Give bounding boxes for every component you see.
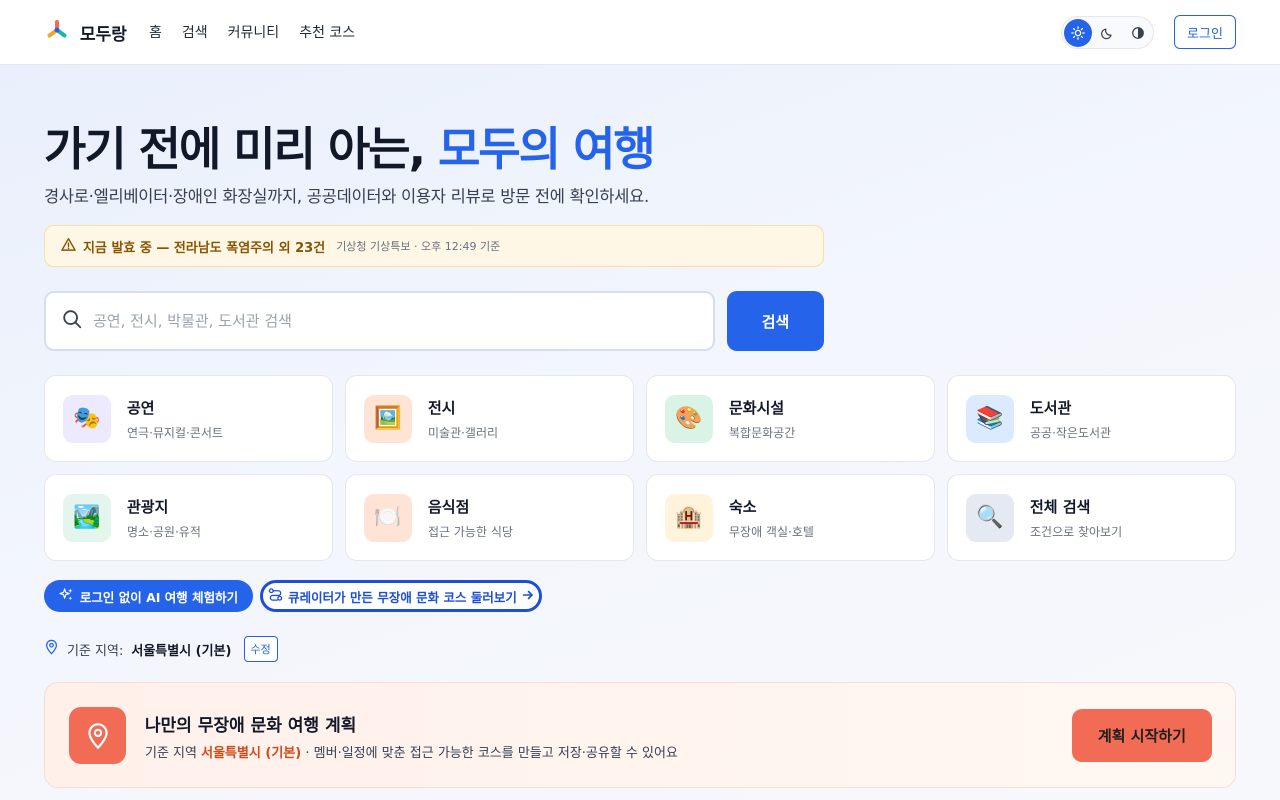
category-title: 전체 검색	[1030, 497, 1091, 516]
logo-icon	[46, 19, 68, 45]
alert-message: 지금 발효 중 — 전라남도 폭염주의 외 23건	[83, 240, 326, 256]
nav-home[interactable]: 홈	[149, 22, 162, 42]
category-title: 숙소	[729, 497, 757, 516]
category-desc: 조건으로 찾아보기	[1030, 524, 1123, 539]
nav-courses[interactable]: 추천 코스	[299, 22, 355, 42]
nav-community[interactable]: 커뮤니티	[228, 22, 280, 42]
plan-title: 나만의 무장애 문화 여행 계획	[145, 716, 357, 736]
trip-plan-card: 나만의 무장애 문화 여행 계획 기준 지역 서울특별시 (기본) · 멤버·일…	[44, 682, 1236, 788]
logo[interactable]: 모두랑	[46, 19, 127, 45]
map-pin-icon	[69, 707, 126, 764]
alert-meta: 기상청 기상특보 · 오후 12:49 기준	[336, 240, 501, 253]
magnifier-icon: 🔍	[966, 493, 1014, 542]
category-title: 도서관	[1030, 398, 1072, 417]
plate-utensils-icon: 🍽️	[364, 493, 412, 542]
ai-trial-button[interactable]: 로그인 없이 AI 여행 체험하기	[44, 580, 253, 612]
base-region: 기준 지역: 서울특별시 (기본) 수정	[44, 636, 278, 662]
category-desc: 명소·공원·유적	[127, 524, 201, 539]
logo-text: 모두랑	[80, 24, 127, 45]
category-culture-facility[interactable]: 🎨 문화시설복합문화공간	[646, 375, 935, 462]
top-header: 모두랑 홈 검색 커뮤니티 추천 코스 로그인	[0, 0, 1280, 65]
category-tourist-spot[interactable]: 🏞️ 관광지명소·공원·유적	[44, 474, 333, 561]
sparkles-icon	[59, 587, 74, 605]
category-desc: 연극·뮤지컬·콘서트	[127, 425, 223, 440]
main-nav: 홈 검색 커뮤니티 추천 코스	[149, 22, 355, 42]
category-title: 음식점	[428, 497, 470, 516]
start-plan-button[interactable]: 계획 시작하기	[1072, 709, 1212, 762]
hero-title: 가기 전에 미리 아는, 모두의 여행	[44, 113, 656, 179]
login-button[interactable]: 로그인	[1174, 15, 1236, 49]
search-input[interactable]	[93, 312, 673, 330]
curated-courses-button[interactable]: 큐레이터가 만든 무장애 문화 코스 둘러보기	[260, 580, 542, 612]
category-title: 전시	[428, 398, 456, 417]
category-title: 문화시설	[729, 398, 785, 417]
route-icon	[268, 587, 283, 605]
region-value: 서울특별시 (기본)	[131, 643, 232, 659]
hero-title-accent: 모두의 여행	[438, 122, 656, 176]
landscape-icon: 🏞️	[63, 493, 111, 542]
plan-description: 기준 지역 서울특별시 (기본) · 멤버·일정에 맞춘 접근 가능한 코스를 …	[145, 746, 678, 761]
theater-masks-icon: 🎭	[63, 394, 111, 443]
category-title: 공연	[127, 398, 155, 417]
sun-icon[interactable]	[1064, 18, 1092, 47]
books-icon: 📚	[966, 394, 1014, 443]
palette-icon: 🎨	[665, 394, 713, 443]
warning-icon	[61, 237, 76, 256]
curated-courses-label: 큐레이터가 만든 무장애 문화 코스 둘러보기	[288, 589, 517, 605]
category-lodging[interactable]: 🏨 숙소무장애 객실·호텔	[646, 474, 935, 561]
arrow-right-icon	[522, 589, 534, 604]
hotel-icon: 🏨	[665, 493, 713, 542]
category-desc: 미술관·갤러리	[428, 425, 499, 440]
category-exhibition[interactable]: 🖼️ 전시미술관·갤러리	[345, 375, 634, 462]
framed-picture-icon: 🖼️	[364, 394, 412, 443]
region-label: 기준 지역:	[67, 643, 124, 659]
map-pin-icon	[44, 639, 59, 659]
category-desc: 접근 가능한 식당	[428, 524, 513, 539]
contrast-icon[interactable]	[1124, 19, 1152, 47]
search-box	[44, 291, 715, 351]
theme-toggle	[1061, 16, 1154, 49]
category-desc: 공공·작은도서관	[1030, 425, 1112, 440]
weather-alert[interactable]: 지금 발효 중 — 전라남도 폭염주의 외 23건 기상청 기상특보 · 오후 …	[44, 225, 824, 267]
moon-icon[interactable]	[1094, 19, 1122, 47]
plan-region: 서울특별시 (기본)	[201, 746, 302, 761]
edit-region-button[interactable]: 수정	[243, 636, 278, 662]
hero-title-prefix: 가기 전에 미리 아는,	[44, 122, 439, 176]
category-grid: 🎭 공연연극·뮤지컬·콘서트 🖼️ 전시미술관·갤러리 🎨 문화시설복합문화공간…	[44, 375, 1236, 561]
nav-search[interactable]: 검색	[182, 22, 208, 42]
category-restaurant[interactable]: 🍽️ 음식점접근 가능한 식당	[345, 474, 634, 561]
category-library[interactable]: 📚 도서관공공·작은도서관	[947, 375, 1236, 462]
category-performance[interactable]: 🎭 공연연극·뮤지컬·콘서트	[44, 375, 333, 462]
ai-trial-label: 로그인 없이 AI 여행 체험하기	[79, 589, 239, 605]
hero-subtitle: 경사로·엘리베이터·장애인 화장실까지, 공공데이터와 이용자 리뷰로 방문 전…	[44, 187, 649, 206]
category-desc: 복합문화공간	[729, 425, 796, 440]
category-title: 관광지	[127, 497, 169, 516]
category-all-search[interactable]: 🔍 전체 검색조건으로 찾아보기	[947, 474, 1236, 561]
search-button[interactable]: 검색	[727, 291, 824, 351]
search-icon	[61, 308, 83, 334]
category-desc: 무장애 객실·호텔	[729, 524, 814, 539]
